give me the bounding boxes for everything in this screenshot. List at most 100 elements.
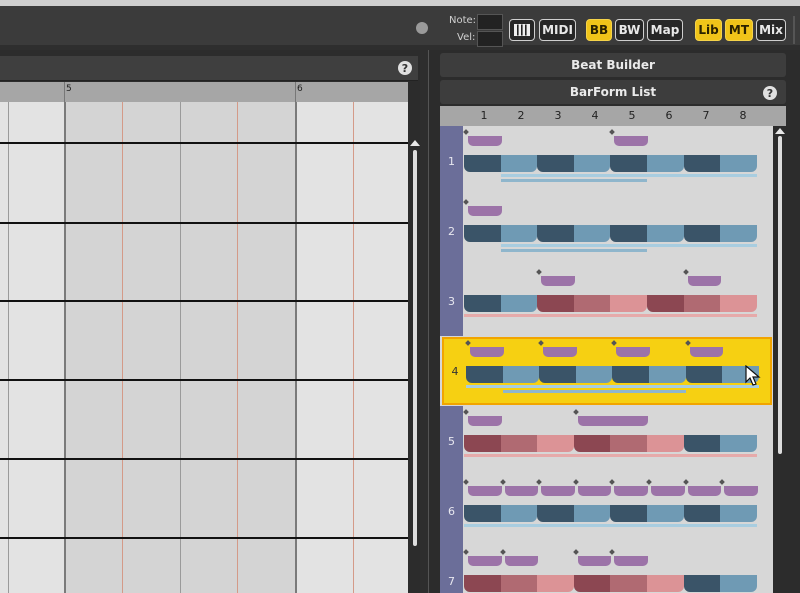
- beat-cell[interactable]: [500, 505, 538, 522]
- beat-cell[interactable]: [500, 155, 538, 172]
- subdivision-cell[interactable]: [687, 486, 722, 496]
- beat-cell[interactable]: [647, 435, 684, 452]
- beat-cell[interactable]: [502, 366, 540, 383]
- beat-cell[interactable]: [720, 435, 757, 452]
- beat-cell[interactable]: [647, 225, 684, 242]
- barform-row[interactable]: 4: [442, 337, 772, 405]
- beat-cell[interactable]: [683, 155, 721, 172]
- subdivision-cell[interactable]: [577, 416, 648, 426]
- beat-cell[interactable]: [464, 155, 501, 172]
- subdivision-cell[interactable]: [687, 276, 722, 286]
- subdivision-cell[interactable]: [468, 416, 502, 426]
- subdivision-cell[interactable]: [543, 347, 577, 357]
- barform-row[interactable]: 6: [440, 476, 773, 546]
- beat-cell[interactable]: [683, 575, 721, 592]
- beat-cell[interactable]: [683, 295, 721, 312]
- piano-button[interactable]: [509, 19, 535, 41]
- beat-cell[interactable]: [720, 575, 757, 592]
- barform-row[interactable]: 7: [440, 546, 773, 593]
- subdivision-cell[interactable]: [468, 136, 502, 146]
- subdivision-cell[interactable]: [724, 486, 758, 496]
- beat-cell[interactable]: [647, 295, 684, 312]
- beat-cell[interactable]: [464, 225, 501, 242]
- beat-cell[interactable]: [573, 505, 611, 522]
- barform-row[interactable]: 1: [440, 126, 773, 196]
- subdivision-cell[interactable]: [504, 486, 539, 496]
- beat-cell[interactable]: [610, 575, 647, 592]
- beat-cell[interactable]: [612, 366, 649, 383]
- beat-cell[interactable]: [575, 366, 613, 383]
- beat-cell[interactable]: [537, 505, 574, 522]
- velocity-field[interactable]: [477, 31, 503, 47]
- subdivision-cell[interactable]: [468, 556, 502, 566]
- subdivision-cell[interactable]: [577, 556, 612, 566]
- beat-cell[interactable]: [649, 366, 686, 383]
- barform-row[interactable]: 2: [440, 196, 773, 266]
- beat-cell[interactable]: [464, 295, 501, 312]
- beat-cell[interactable]: [647, 155, 684, 172]
- mix-button[interactable]: Mix: [756, 19, 786, 41]
- beat-cell[interactable]: [610, 435, 647, 452]
- bw-button[interactable]: BW: [615, 19, 644, 41]
- beat-cell[interactable]: [610, 295, 647, 312]
- barform-row[interactable]: 5: [440, 406, 773, 476]
- beat-cell[interactable]: [683, 225, 721, 242]
- beat-cell[interactable]: [610, 155, 647, 172]
- editor-scrollbar[interactable]: [413, 150, 417, 546]
- beat-cell[interactable]: [537, 295, 574, 312]
- help-icon[interactable]: ?: [763, 86, 777, 100]
- note-field[interactable]: [477, 14, 503, 30]
- timeline-ruler[interactable]: 5 6: [0, 82, 408, 102]
- beat-cell[interactable]: [683, 435, 721, 452]
- beat-cell[interactable]: [464, 435, 501, 452]
- lib-button[interactable]: Lib: [695, 19, 722, 41]
- map-button[interactable]: Map: [647, 19, 683, 41]
- beat-cell[interactable]: [683, 505, 721, 522]
- subdivision-cell[interactable]: [504, 556, 539, 566]
- beat-cell[interactable]: [573, 575, 611, 592]
- note-grid[interactable]: [0, 102, 408, 593]
- beat-cell[interactable]: [464, 575, 501, 592]
- beat-cell[interactable]: [537, 435, 574, 452]
- beat-cell[interactable]: [610, 505, 647, 522]
- beat-cell[interactable]: [720, 295, 757, 312]
- subdivision-cell[interactable]: [468, 486, 502, 496]
- beat-cell[interactable]: [500, 575, 538, 592]
- beat-cell[interactable]: [647, 505, 684, 522]
- beat-cell[interactable]: [573, 435, 611, 452]
- subdivision-cell[interactable]: [651, 486, 685, 496]
- scroll-up-arrow-icon[interactable]: [410, 140, 420, 146]
- beat-cell[interactable]: [573, 295, 611, 312]
- subdivision-cell[interactable]: [577, 486, 612, 496]
- beat-cell[interactable]: [537, 155, 574, 172]
- barform-row[interactable]: 3: [440, 266, 773, 336]
- subdivision-cell[interactable]: [614, 556, 648, 566]
- subdivision-cell[interactable]: [541, 276, 575, 286]
- beat-cell[interactable]: [466, 366, 503, 383]
- beat-cell[interactable]: [610, 225, 647, 242]
- barform-scrollbar[interactable]: [778, 136, 782, 454]
- beat-cell[interactable]: [573, 155, 611, 172]
- mt-button[interactable]: MT: [725, 19, 753, 41]
- subdivision-cell[interactable]: [468, 206, 502, 216]
- subdivision-cell[interactable]: [470, 347, 504, 357]
- beat-cell[interactable]: [500, 225, 538, 242]
- help-icon[interactable]: ?: [398, 61, 412, 75]
- scroll-up-arrow-icon[interactable]: [775, 128, 785, 134]
- beat-cell[interactable]: [720, 155, 757, 172]
- subdivision-cell[interactable]: [614, 136, 648, 146]
- beat-cell[interactable]: [537, 225, 574, 242]
- bb-button[interactable]: BB: [586, 19, 612, 41]
- beat-cell[interactable]: [500, 435, 538, 452]
- beat-cell[interactable]: [539, 366, 576, 383]
- beat-cell[interactable]: [464, 505, 501, 522]
- subdivision-cell[interactable]: [614, 486, 648, 496]
- barform-list[interactable]: 123 4 567: [440, 126, 773, 593]
- beat-cell[interactable]: [573, 225, 611, 242]
- subdivision-cell[interactable]: [541, 486, 575, 496]
- beat-cell[interactable]: [500, 295, 538, 312]
- subdivision-cell[interactable]: [689, 347, 724, 357]
- subdivision-cell[interactable]: [616, 347, 650, 357]
- beat-cell[interactable]: [685, 366, 723, 383]
- beat-cell[interactable]: [537, 575, 574, 592]
